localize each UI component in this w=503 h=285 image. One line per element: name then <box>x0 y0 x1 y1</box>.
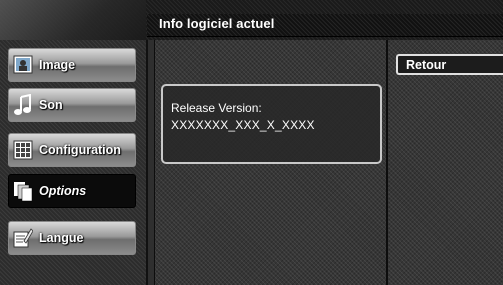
page-title: Info logiciel actuel <box>159 16 275 31</box>
action-panel <box>388 40 503 285</box>
menu-item-label: Options <box>39 184 87 198</box>
title-bar: Info logiciel actuel <box>147 14 503 37</box>
image-icon <box>13 55 33 74</box>
menu-item-label: Langue <box>39 231 84 245</box>
tv-menu-screen: Info logiciel actuel Image Son Configura… <box>0 0 503 285</box>
menu-item-image[interactable]: Image <box>8 48 136 82</box>
panel-divider <box>148 40 155 285</box>
menu-item-configuration[interactable]: Configuration <box>8 133 136 167</box>
corner-decoration <box>0 0 146 40</box>
release-version-value: XXXXXXX_XXX_X_XXXX <box>171 118 315 132</box>
release-version-label: Release Version: <box>171 101 262 115</box>
menu-item-langue[interactable]: Langue <box>8 221 136 255</box>
menu-item-options[interactable]: Options <box>8 174 136 208</box>
menu-item-son[interactable]: Son <box>8 88 136 122</box>
back-button[interactable]: Retour <box>396 54 503 75</box>
language-icon <box>13 228 33 248</box>
menu-item-label: Son <box>39 98 63 112</box>
menu-item-label: Configuration <box>39 143 121 157</box>
menu-item-label: Image <box>39 58 76 72</box>
back-button-label: Retour <box>406 58 447 72</box>
grid-icon <box>13 140 33 160</box>
release-version-box: Release Version: XXXXXXX_XXX_X_XXXX <box>161 84 382 164</box>
options-icon <box>14 182 33 202</box>
music-note-icon <box>14 94 31 115</box>
